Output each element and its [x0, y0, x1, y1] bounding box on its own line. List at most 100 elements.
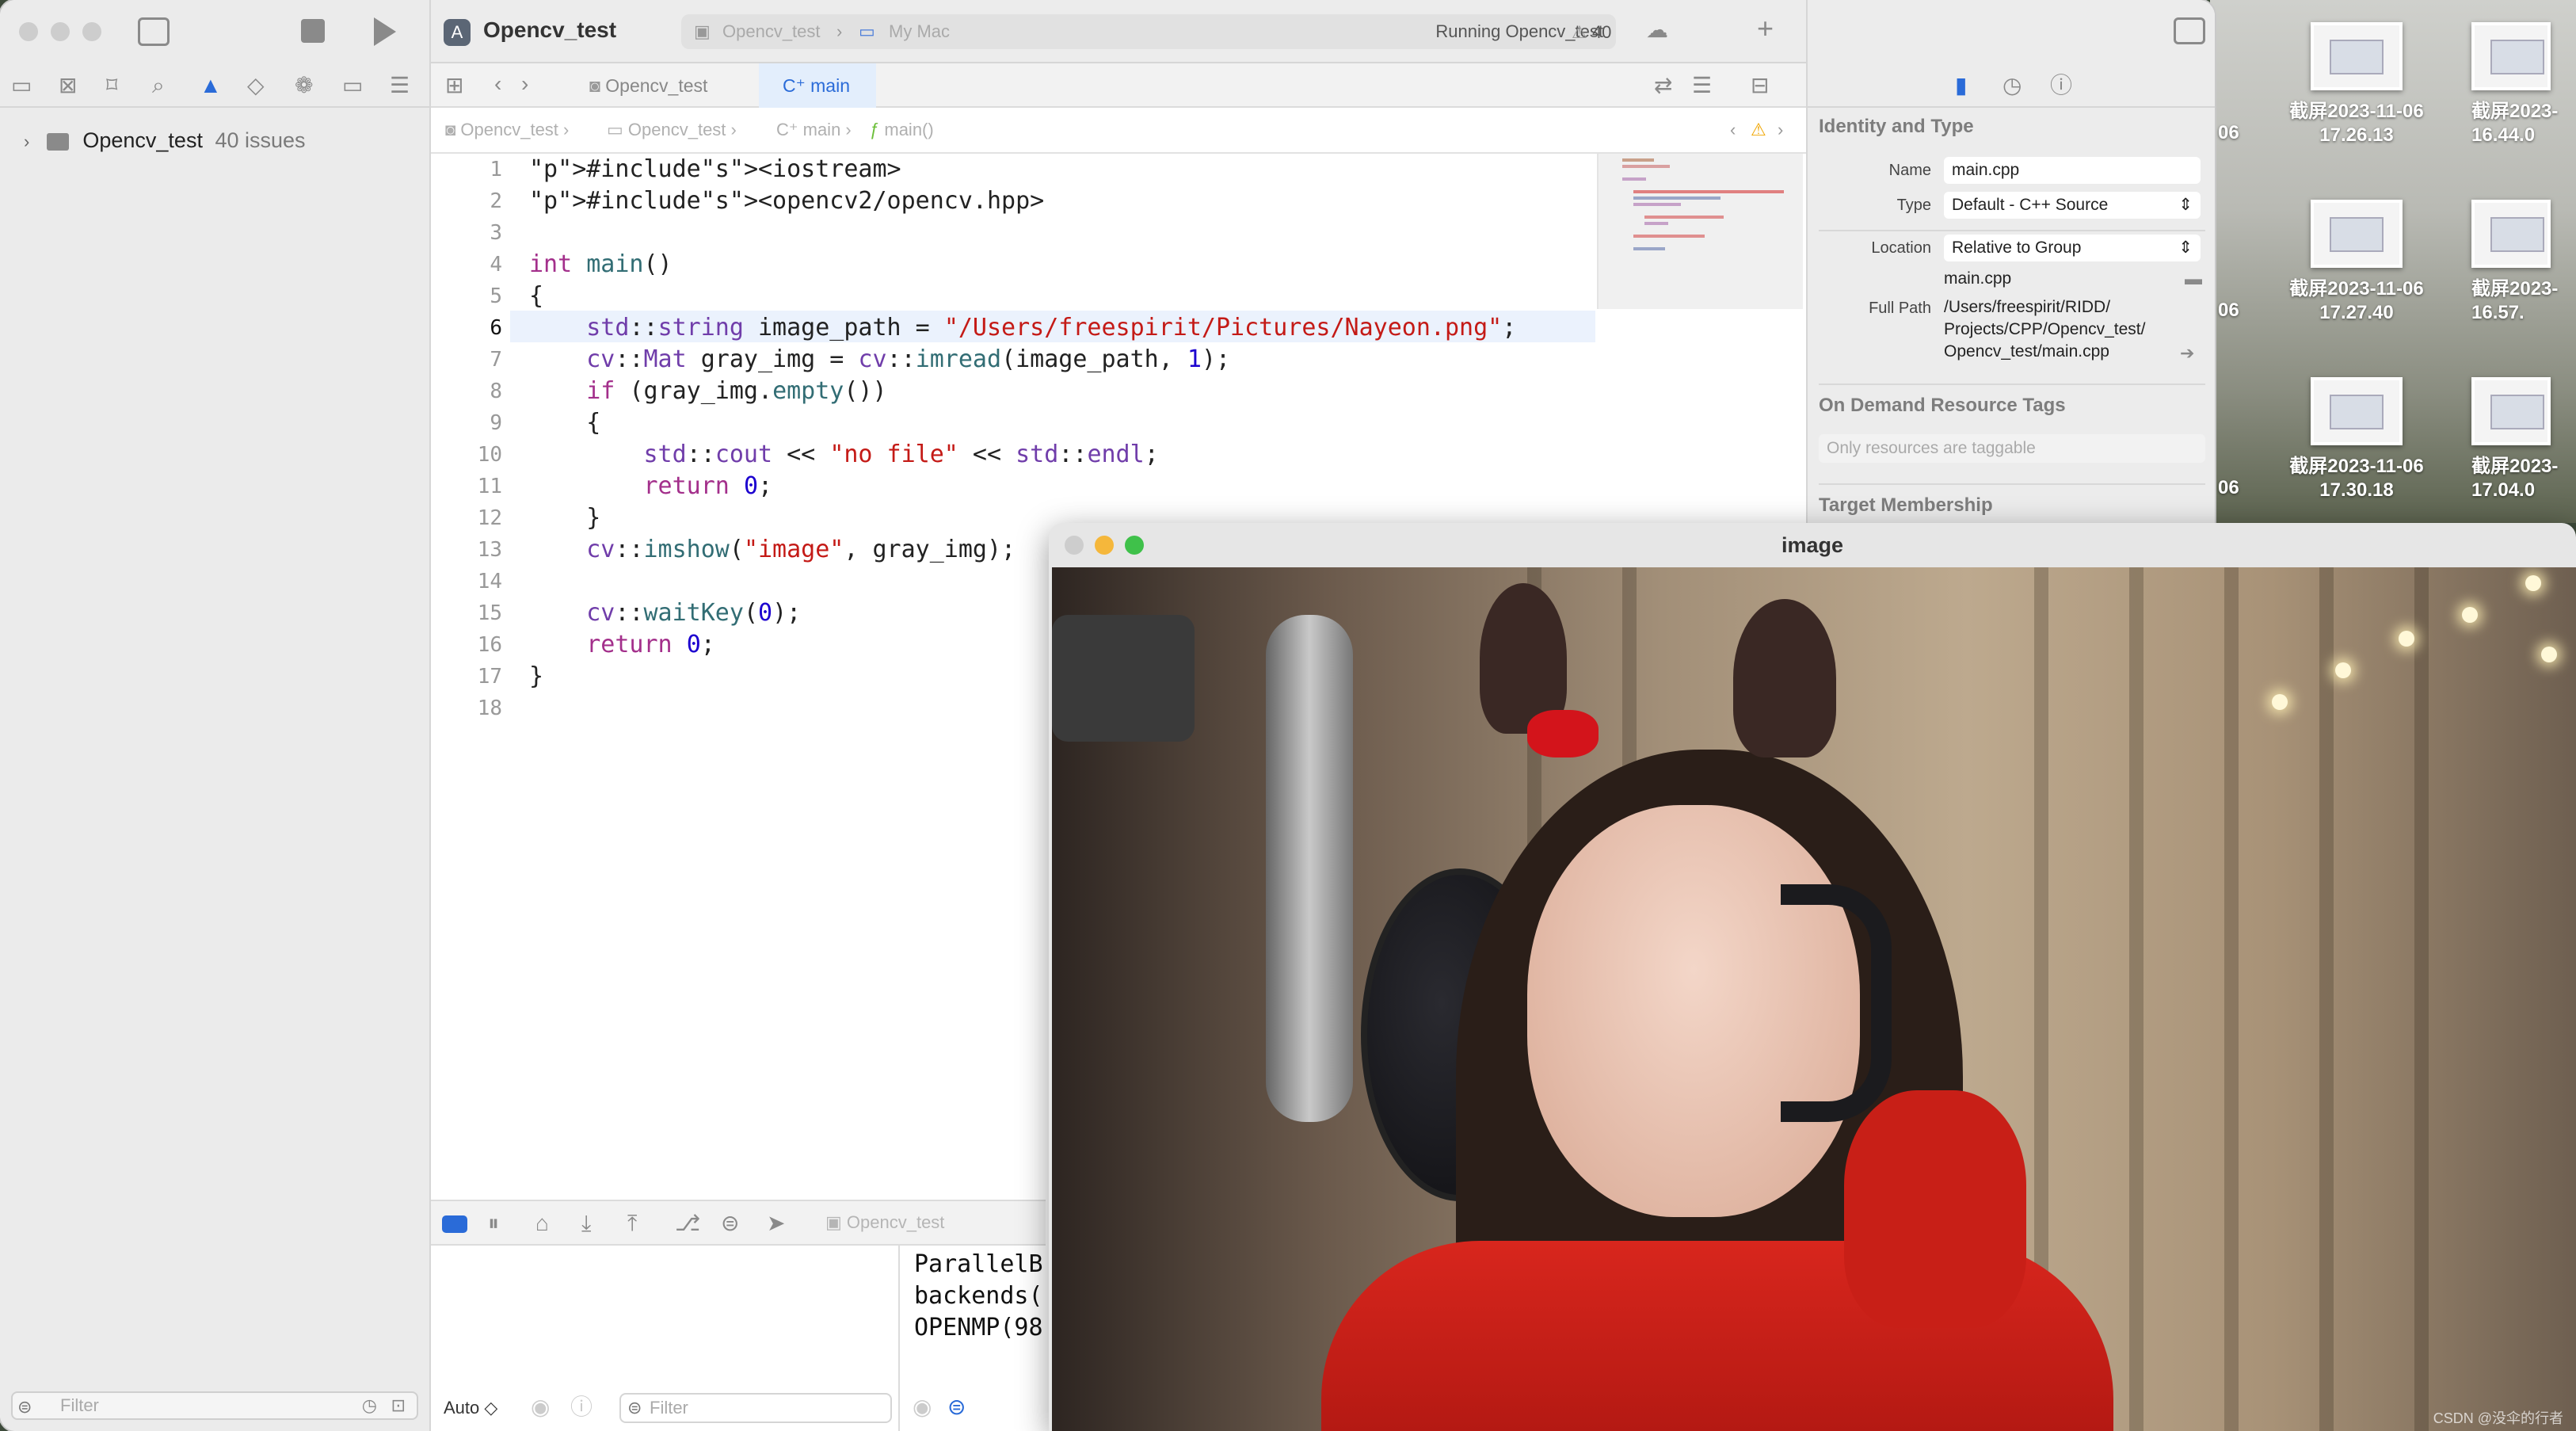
tab-main[interactable]: C⁺ main: [759, 63, 876, 108]
minimap[interactable]: [1597, 154, 1803, 309]
process-label: ▣ Opencv_test: [825, 1212, 945, 1232]
code-line[interactable]: return 0;: [529, 471, 773, 502]
desktop-file-1[interactable]: 截屏2023-11-06 17.26.13: [2262, 22, 2452, 147]
navigator-filter-field[interactable]: ⊜ Filter ◷ ⊡: [11, 1391, 418, 1420]
desktop-file-partial-1[interactable]: 截屏2023- 16.44.0: [2471, 22, 2576, 147]
cloud-icon[interactable]: ☁: [1646, 17, 1668, 43]
location-icon[interactable]: ➤: [767, 1211, 785, 1236]
breadcrumb-folder[interactable]: ▭ Opencv_test ›: [607, 108, 737, 152]
stop-icon[interactable]: [301, 19, 325, 43]
swap-icon[interactable]: ⇄: [1654, 73, 1672, 98]
desktop-file-2[interactable]: 截屏2023-11-06 17.27.40: [2262, 200, 2452, 325]
source-control-icon[interactable]: ⊠: [59, 73, 77, 98]
tab-opencv-test[interactable]: ◙ Opencv_test: [589, 63, 748, 108]
warning-icon[interactable]: ▲: [200, 73, 222, 98]
code-line[interactable]: std::string image_path = "/Users/freespi…: [529, 312, 1516, 344]
auto-selector[interactable]: Auto ◇: [444, 1398, 497, 1418]
breadcrumb-file[interactable]: C⁺ main ›: [776, 108, 852, 152]
breadcrumb-project[interactable]: ◙ Opencv_test ›: [445, 108, 569, 152]
type-select[interactable]: Default - C++ Source ⇕: [1944, 192, 2201, 219]
report-icon[interactable]: ☰: [390, 73, 410, 98]
desktop-file-partial-2[interactable]: 截屏2023- 16.57.: [2471, 200, 2576, 325]
code-line[interactable]: }: [529, 502, 600, 534]
code-line[interactable]: {: [529, 280, 543, 312]
variables-filter-field[interactable]: ⊜ Filter: [619, 1393, 892, 1423]
recent-icon[interactable]: ◷: [362, 1393, 377, 1418]
inspector-toggle-icon[interactable]: [2174, 17, 2205, 44]
disclosure-chevron-icon[interactable]: ›: [24, 132, 29, 151]
issues-count: 40 issues: [215, 128, 306, 152]
code-line[interactable]: "p">#include"s"><opencv2/opencv.hpp>: [529, 185, 1044, 217]
help-icon[interactable]: ⓘ: [2050, 73, 2072, 98]
location-select[interactable]: Relative to Group ⇕: [1944, 235, 2201, 261]
folder-icon[interactable]: ▭: [11, 73, 32, 98]
code-line[interactable]: return 0;: [529, 629, 715, 661]
forward-icon[interactable]: ›: [521, 71, 528, 97]
code-line[interactable]: cv::imshow("image", gray_img);: [529, 534, 1016, 566]
variables-view[interactable]: Auto ◇ ◉ ⓘ ⊜ Filter: [431, 1246, 900, 1431]
toggle-console-icon[interactable]: [442, 1215, 467, 1233]
string-light: [2462, 607, 2478, 623]
project-tree-item[interactable]: › Opencv_test 40 issues: [24, 128, 306, 153]
view-hierarchy-icon[interactable]: ⎇: [675, 1211, 700, 1236]
close-button[interactable]: [19, 22, 38, 41]
step-into-icon[interactable]: ⤓: [581, 1211, 591, 1236]
warning-count: 40: [1591, 22, 1612, 42]
odr-tags-field[interactable]: Only resources are taggable: [1819, 434, 2205, 463]
console-toggle-icon[interactable]: ⊜: [947, 1395, 966, 1420]
folder-icon[interactable]: ▬: [2185, 266, 2202, 292]
issue-prev-icon[interactable]: ‹: [1730, 108, 1736, 152]
scheme-target[interactable]: Opencv_test: [722, 14, 821, 49]
code-line[interactable]: std::cout << "no file" << std::endl;: [529, 439, 1159, 471]
editor-options-icon[interactable]: ☰: [1692, 73, 1712, 98]
console-output[interactable]: ParallelB backends( OPENMP(98 ◉ ⊜: [901, 1246, 1046, 1431]
code-line[interactable]: int main(): [529, 249, 673, 280]
code-line[interactable]: cv::Mat gray_img = cv::imread(image_path…: [529, 344, 1230, 376]
step-out-icon[interactable]: ⤒: [627, 1211, 637, 1236]
desktop-file-partial-3[interactable]: 截屏2023- 17.04.0: [2471, 377, 2576, 502]
fullpath-line: Projects/CPP/Opencv_test/: [1944, 320, 2146, 338]
history-icon[interactable]: ◷: [2002, 73, 2022, 98]
add-tab-icon[interactable]: +: [1757, 14, 1774, 43]
search-icon[interactable]: ⌕: [152, 73, 165, 98]
eye-icon[interactable]: ◉: [531, 1395, 550, 1420]
info-icon[interactable]: ⓘ: [570, 1395, 593, 1420]
warnings-badge[interactable]: ⚠ 40: [1572, 22, 1611, 43]
split-editor-icon[interactable]: ⊟: [1751, 73, 1769, 98]
step-over-icon[interactable]: ⌂: [535, 1211, 549, 1236]
memory-graph-icon[interactable]: ⊜: [721, 1211, 739, 1236]
pause-icon[interactable]: ⏸: [488, 1211, 499, 1236]
scheme-destination[interactable]: My Mac: [889, 14, 950, 49]
scheme-activity-bar[interactable]: ▣ Opencv_test › ▭ My Mac Running Opencv_…: [681, 14, 1616, 49]
scope-icon[interactable]: ⊡: [391, 1393, 406, 1418]
breadcrumb-symbol[interactable]: ƒ main(): [870, 108, 934, 152]
sidebar-toggle-icon[interactable]: [138, 17, 170, 46]
breadcrumb-text: main: [802, 120, 841, 139]
name-field[interactable]: main.cpp: [1944, 157, 2201, 184]
cpp-file-icon: C⁺: [783, 75, 806, 96]
test-icon[interactable]: ◇: [247, 73, 265, 98]
desktop-partial-label: 06: [2218, 477, 2239, 498]
code-line[interactable]: {: [529, 407, 600, 439]
navigator-tab-bar: ▭ ⊠ ⌑ ⌕ ▲ ◇ ❁ ▭ ☰: [0, 63, 431, 108]
warning-icon[interactable]: ⚠: [1751, 108, 1766, 152]
line-number: 7: [490, 348, 502, 372]
file-inspector-icon[interactable]: ▮: [1955, 73, 1967, 98]
code-line[interactable]: if (gray_img.empty()): [529, 376, 886, 407]
code-line[interactable]: cv::waitKey(0);: [529, 597, 801, 629]
minimize-button[interactable]: [51, 22, 70, 41]
reveal-arrow-icon[interactable]: ➔: [2180, 341, 2194, 366]
zoom-button[interactable]: [82, 22, 101, 41]
issue-next-icon[interactable]: ›: [1778, 108, 1783, 152]
grid-icon[interactable]: ⊞: [445, 73, 463, 98]
breakpoint-icon[interactable]: ▭: [342, 73, 363, 98]
bookmark-icon[interactable]: ⌑: [106, 73, 117, 98]
back-icon[interactable]: ‹: [494, 71, 501, 97]
run-icon[interactable]: [374, 17, 396, 46]
desktop-file-3[interactable]: 截屏2023-11-06 17.30.18: [2262, 377, 2452, 502]
code-line[interactable]: }: [529, 661, 543, 693]
headphones: [1781, 884, 1892, 1122]
code-line[interactable]: "p">#include"s"><iostream>: [529, 154, 901, 185]
debug-icon[interactable]: ❁: [295, 73, 313, 98]
eye-icon[interactable]: ◉: [913, 1395, 932, 1420]
